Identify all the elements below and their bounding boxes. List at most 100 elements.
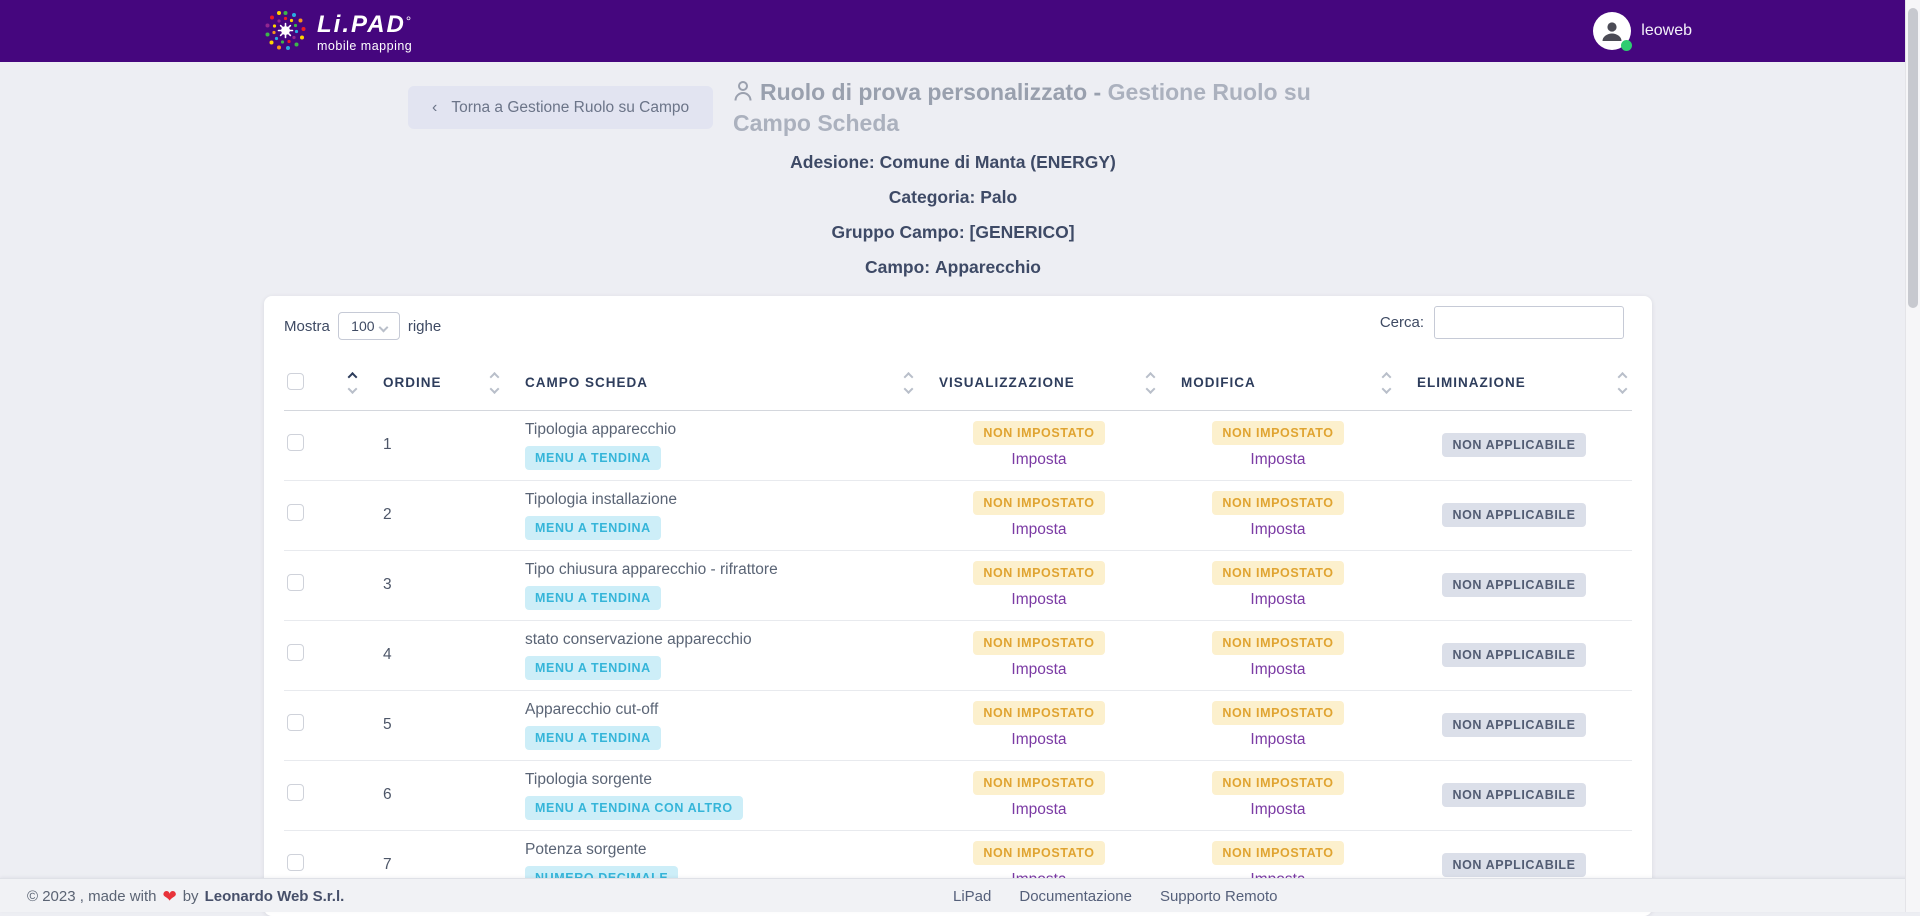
footer-links: LiPad Documentazione Supporto Remoto bbox=[953, 879, 1278, 913]
info-adesione: Adesione: Comune di Manta (ENERGY) bbox=[553, 152, 1353, 173]
visualizzazione-status-badge: NON IMPOSTATO bbox=[973, 631, 1104, 655]
campo-scheda-name: Potenza sorgente bbox=[525, 841, 918, 859]
visualizzazione-imposta-link[interactable]: Imposta bbox=[918, 801, 1160, 819]
eliminazione-status-badge: NON APPLICABILE bbox=[1442, 433, 1585, 457]
page-title: Ruolo di prova personalizzato - Gestione… bbox=[733, 78, 1393, 139]
sort-control-eliminazione[interactable] bbox=[1619, 373, 1626, 392]
logo-subtitle: mobile mapping bbox=[317, 40, 412, 53]
visualizzazione-imposta-link[interactable]: Imposta bbox=[918, 591, 1160, 609]
footer-link-lipad[interactable]: LiPad bbox=[953, 888, 991, 905]
row-checkbox[interactable] bbox=[287, 854, 304, 871]
campo-tipo-badge: MENU A TENDINA CON ALTRO bbox=[525, 796, 743, 820]
user-menu[interactable]: leoweb bbox=[1593, 12, 1692, 50]
app-header: Li.PAD° mobile mapping leoweb bbox=[0, 0, 1920, 62]
row-checkbox[interactable] bbox=[287, 784, 304, 801]
eliminazione-status-badge: NON APPLICABILE bbox=[1442, 573, 1585, 597]
sort-control-ordine[interactable] bbox=[491, 373, 498, 392]
info-gruppo-campo: Gruppo Campo: [GENERICO] bbox=[553, 222, 1353, 243]
sort-control-modifica[interactable] bbox=[1383, 373, 1390, 392]
modifica-imposta-link[interactable]: Imposta bbox=[1160, 801, 1396, 819]
campo-scheda-name: Tipologia installazione bbox=[525, 491, 918, 509]
length-label-after: righe bbox=[408, 318, 441, 335]
column-header-modifica[interactable]: MODIFICA bbox=[1160, 356, 1396, 410]
scrollbar-thumb[interactable] bbox=[1908, 8, 1918, 308]
sort-control-visualizzazione[interactable] bbox=[1147, 373, 1154, 392]
back-button[interactable]: ‹ Torna a Gestione Ruolo su Campo bbox=[408, 86, 713, 129]
search-input[interactable] bbox=[1434, 306, 1624, 339]
column-header-eliminazione[interactable]: ELIMINAZIONE bbox=[1396, 356, 1632, 410]
eliminazione-status-badge: NON APPLICABILE bbox=[1442, 783, 1585, 807]
eliminazione-status-badge: NON APPLICABILE bbox=[1442, 853, 1585, 877]
ordine-value: 6 bbox=[383, 786, 392, 803]
search-control: Cerca: bbox=[1380, 306, 1624, 339]
modifica-status-badge: NON IMPOSTATO bbox=[1212, 631, 1343, 655]
campo-scheda-name: Tipologia sorgente bbox=[525, 771, 918, 789]
user-avatar bbox=[1593, 12, 1631, 50]
table-row: 6 Tipologia sorgente MENU A TENDINA CON AL… bbox=[284, 760, 1632, 830]
logo-starburst-icon bbox=[262, 7, 309, 59]
visualizzazione-status-badge: NON IMPOSTATO bbox=[973, 491, 1104, 515]
row-checkbox[interactable] bbox=[287, 504, 304, 521]
row-checkbox[interactable] bbox=[287, 644, 304, 661]
sort-control-select[interactable] bbox=[349, 373, 356, 392]
page-title-role: Ruolo di prova personalizzato - bbox=[760, 79, 1101, 105]
campo-scheda-name: Tipologia apparecchio bbox=[525, 421, 918, 439]
campo-scheda-name: Tipo chiusura apparecchio - rifrattore bbox=[525, 561, 918, 579]
modifica-imposta-link[interactable]: Imposta bbox=[1160, 591, 1396, 609]
visualizzazione-imposta-link[interactable]: Imposta bbox=[918, 661, 1160, 679]
sort-control-campo-scheda[interactable] bbox=[905, 373, 912, 392]
length-label-before: Mostra bbox=[284, 318, 330, 335]
ordine-value: 4 bbox=[383, 646, 392, 663]
visualizzazione-status-badge: NON IMPOSTATO bbox=[973, 701, 1104, 725]
visualizzazione-imposta-link[interactable]: Imposta bbox=[918, 731, 1160, 749]
modifica-status-badge: NON IMPOSTATO bbox=[1212, 771, 1343, 795]
modifica-imposta-link[interactable]: Imposta bbox=[1160, 451, 1396, 469]
row-checkbox[interactable] bbox=[287, 574, 304, 591]
page-scrollbar[interactable] bbox=[1905, 0, 1920, 912]
person-icon bbox=[1599, 18, 1625, 44]
column-header-campo-scheda[interactable]: CAMPO SCHEDA bbox=[504, 356, 918, 410]
eliminazione-status-badge: NON APPLICABILE bbox=[1442, 713, 1585, 737]
info-categoria: Categoria: Palo bbox=[553, 187, 1353, 208]
fields-table: ORDINE CAMPO SCHEDA VISUALIZZAZIONE bbox=[284, 356, 1632, 901]
logo-title: Li.PAD bbox=[317, 11, 406, 38]
campo-tipo-badge: MENU A TENDINA bbox=[525, 726, 661, 750]
search-label: Cerca: bbox=[1380, 314, 1424, 331]
row-checkbox[interactable] bbox=[287, 434, 304, 451]
app-logo[interactable]: Li.PAD° mobile mapping bbox=[262, 7, 412, 59]
visualizzazione-status-badge: NON IMPOSTATO bbox=[973, 421, 1104, 445]
ordine-value: 7 bbox=[383, 856, 392, 873]
back-chevron-icon: ‹ bbox=[432, 99, 437, 117]
select-all-checkbox[interactable] bbox=[287, 373, 304, 390]
online-status-dot bbox=[1621, 40, 1632, 51]
table-card: Mostra 100 righe Cerca: bbox=[264, 296, 1652, 916]
table-row: 2Tipologia installazioneMENU A TENDINANO… bbox=[284, 480, 1632, 550]
modifica-imposta-link[interactable]: Imposta bbox=[1160, 731, 1396, 749]
visualizzazione-imposta-link[interactable]: Imposta bbox=[918, 521, 1160, 539]
modifica-status-badge: NON IMPOSTATO bbox=[1212, 841, 1343, 865]
campo-scheda-name: stato conservazione apparecchio bbox=[525, 631, 918, 649]
eliminazione-status-badge: NON APPLICABILE bbox=[1442, 503, 1585, 527]
table-controls: Mostra 100 righe Cerca: bbox=[264, 296, 1652, 356]
info-campo: Campo: Apparecchio bbox=[553, 257, 1353, 278]
table-header-row: ORDINE CAMPO SCHEDA VISUALIZZAZIONE bbox=[284, 356, 1632, 410]
modifica-imposta-link[interactable]: Imposta bbox=[1160, 661, 1396, 679]
ordine-value: 3 bbox=[383, 576, 392, 593]
row-checkbox[interactable] bbox=[287, 714, 304, 731]
campo-tipo-badge: MENU A TENDINA bbox=[525, 656, 661, 680]
footer-link-supporto-remoto[interactable]: Supporto Remoto bbox=[1160, 888, 1278, 905]
company-name: Leonardo Web S.r.l. bbox=[205, 888, 345, 905]
table-row: 3Tipo chiusura apparecchio - rifrattoreM… bbox=[284, 550, 1632, 620]
page-length-control: Mostra 100 righe bbox=[284, 312, 441, 340]
column-header-visualizzazione[interactable]: VISUALIZZAZIONE bbox=[918, 356, 1160, 410]
eliminazione-status-badge: NON APPLICABILE bbox=[1442, 643, 1585, 667]
visualizzazione-imposta-link[interactable]: Imposta bbox=[918, 451, 1160, 469]
visualizzazione-status-badge: NON IMPOSTATO bbox=[973, 561, 1104, 585]
page-footer: © 2023 , made with ❤ by Leonardo Web S.r… bbox=[0, 878, 1920, 912]
modifica-imposta-link[interactable]: Imposta bbox=[1160, 521, 1396, 539]
role-person-icon bbox=[733, 80, 753, 109]
column-header-ordine[interactable]: ORDINE bbox=[362, 356, 504, 410]
page-length-select[interactable]: 100 bbox=[338, 312, 400, 340]
visualizzazione-status-badge: NON IMPOSTATO bbox=[973, 771, 1104, 795]
footer-link-documentazione[interactable]: Documentazione bbox=[1019, 888, 1132, 905]
